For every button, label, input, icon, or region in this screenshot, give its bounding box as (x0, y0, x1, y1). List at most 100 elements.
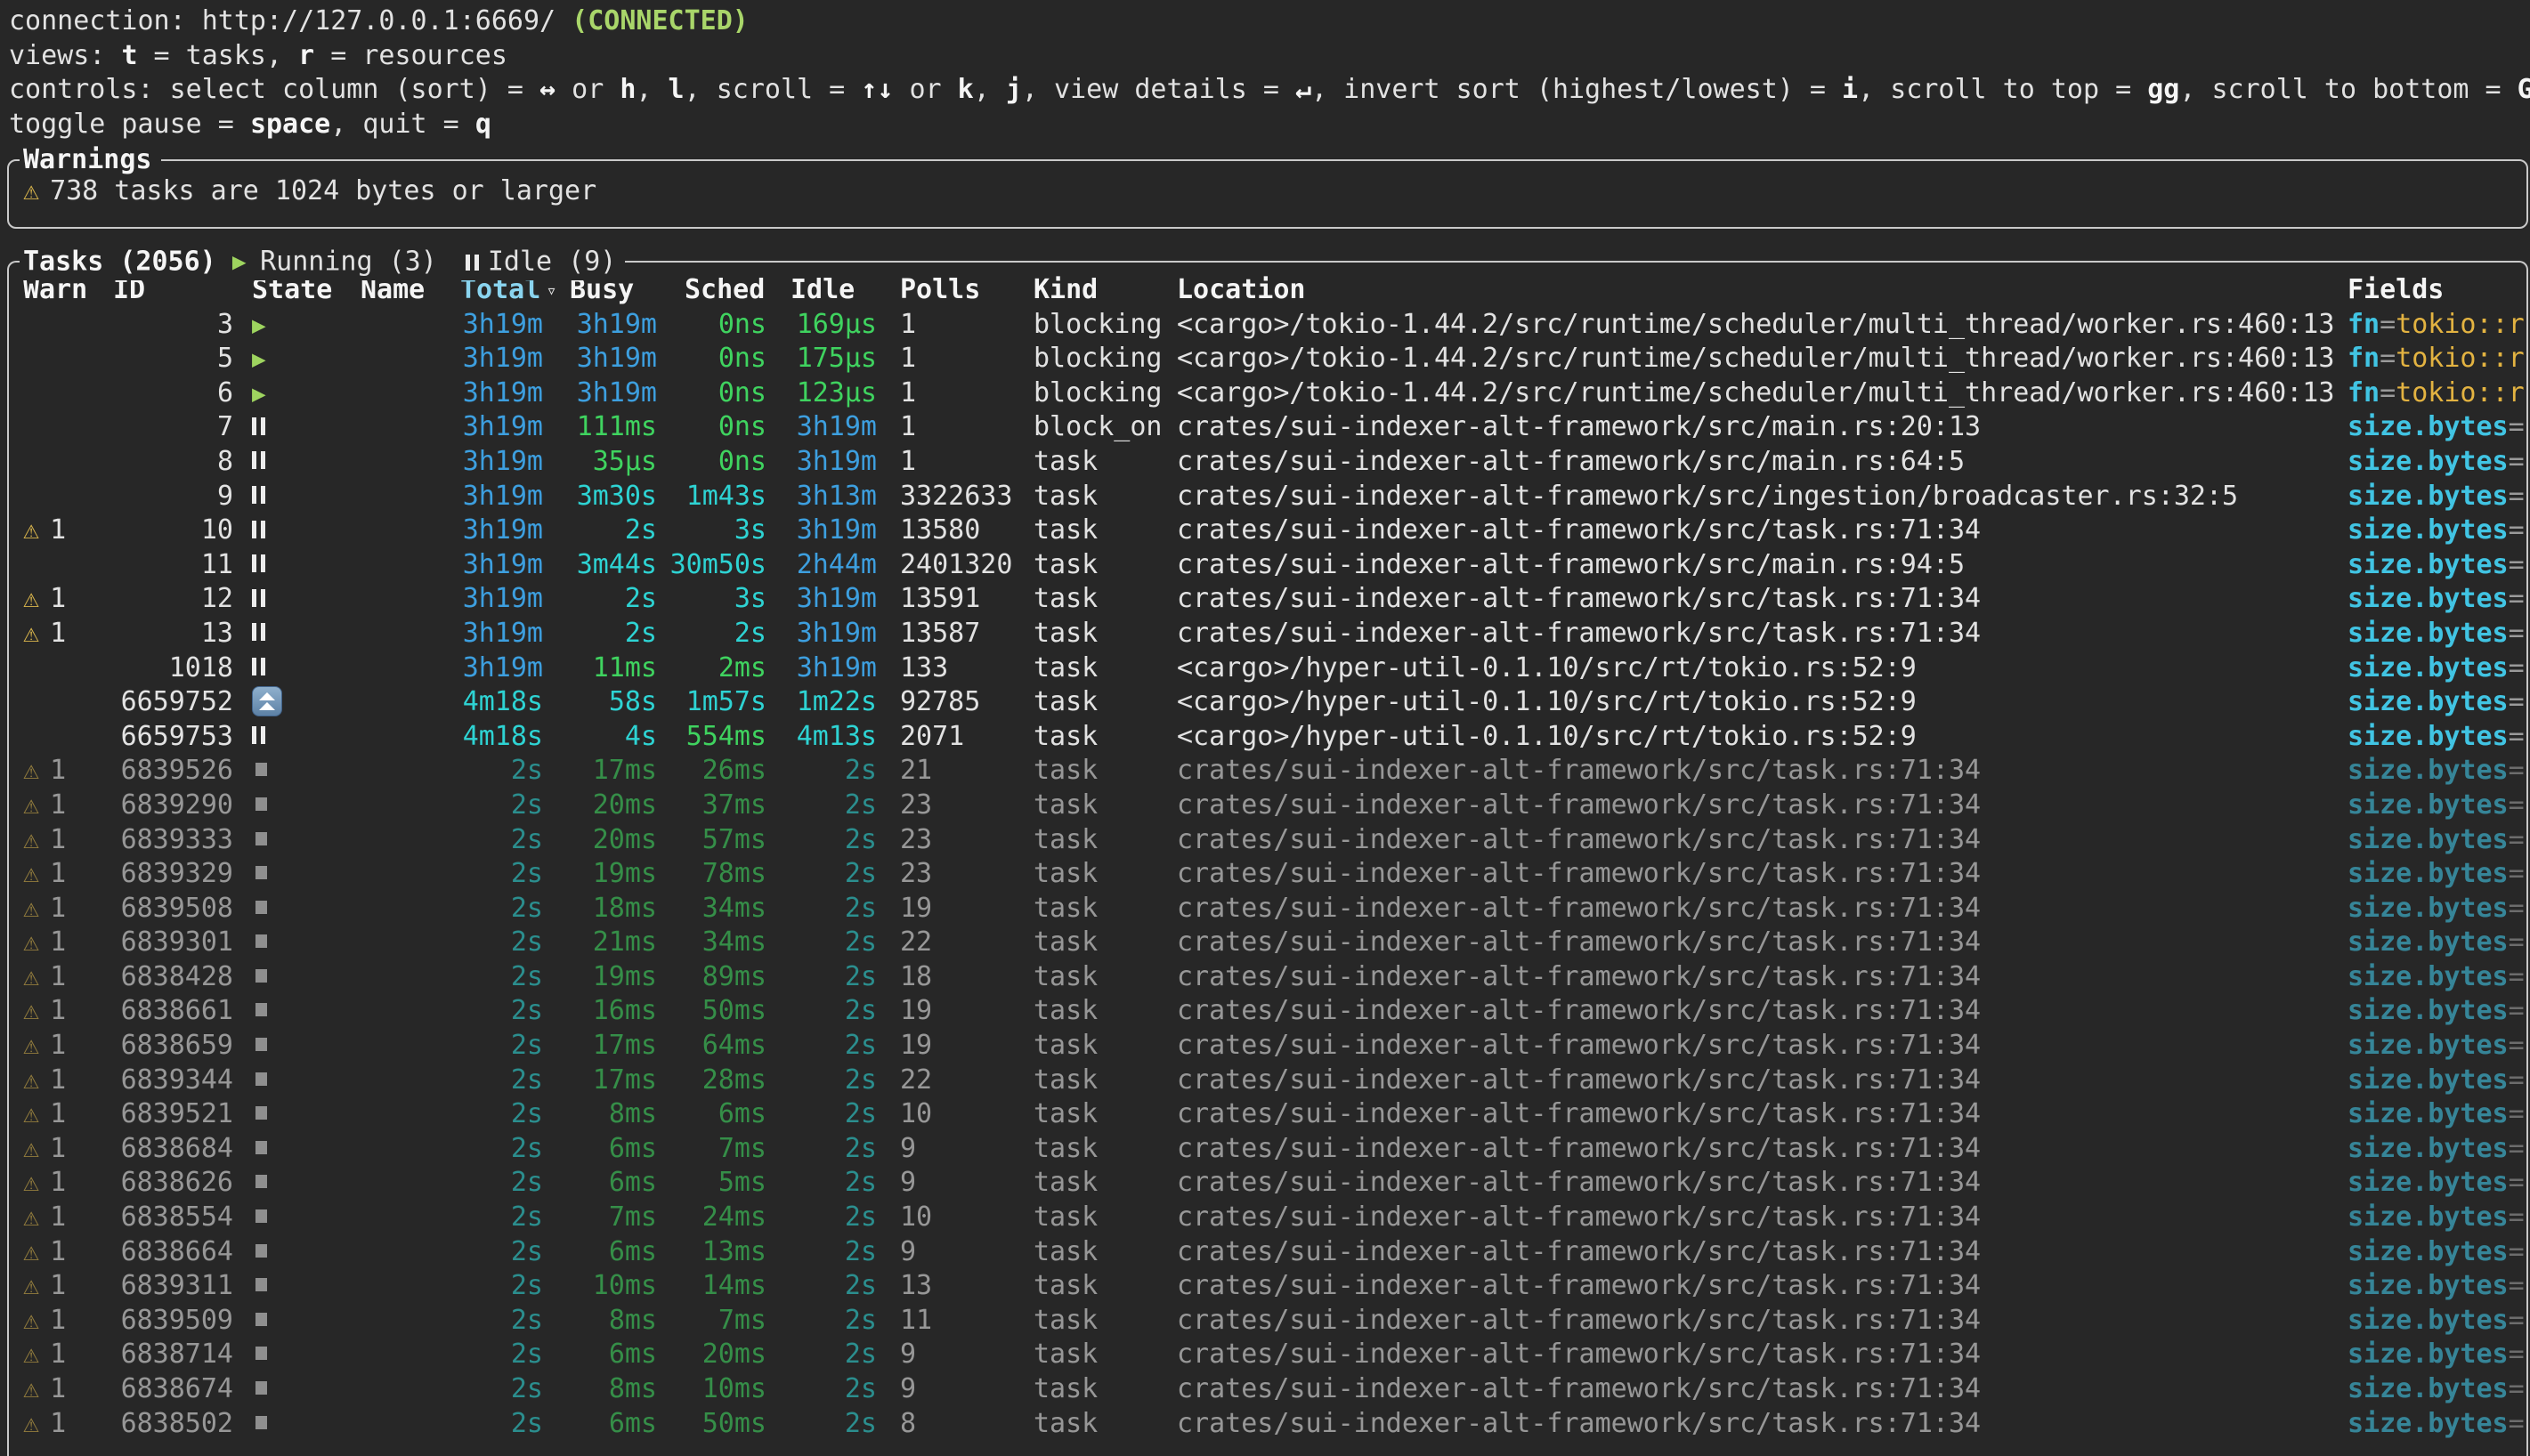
task-row[interactable]: ⚠168393112s10ms14ms2s13taskcrates/sui-in… (9, 1269, 2526, 1304)
cell-idle: 2s (766, 1064, 877, 1098)
cell-warn: ⚠1 (23, 960, 113, 995)
col-header-location[interactable]: Location (1177, 273, 2348, 308)
task-row[interactable]: ⚠168386842s6ms7ms2s9taskcrates/sui-index… (9, 1132, 2526, 1167)
task-row[interactable]: ⚠168386742s8ms10ms2s9taskcrates/sui-inde… (9, 1372, 2526, 1407)
cell-busy: 20ms (560, 823, 657, 858)
cell-idle: 2s (766, 789, 877, 823)
cell-fields: size.bytes= (2348, 1029, 2526, 1064)
cell-polls: 21 (900, 754, 1034, 789)
task-row[interactable]: ⚠168395262s17ms26ms2s21taskcrates/sui-in… (9, 754, 2526, 789)
cell-fields: size.bytes= (2348, 1235, 2526, 1270)
col-header-sched[interactable]: Sched (657, 273, 766, 308)
cell-arrow-spacer (543, 720, 560, 755)
cell-sched: 0ns (657, 410, 766, 445)
task-row[interactable]: ⚠168386612s16ms50ms2s19taskcrates/sui-in… (9, 994, 2526, 1029)
warning-text: 738 tasks are 1024 bytes or larger (50, 175, 596, 206)
cell-busy: 17ms (560, 754, 657, 789)
field-equals: = (2509, 1373, 2525, 1404)
task-row[interactable]: 6▶3h19m3h19m0ns123µs1blocking<cargo>/tok… (9, 376, 2526, 411)
col-header-fields[interactable]: Fields (2348, 273, 2526, 308)
cell-warn (23, 342, 113, 376)
cell-idle: 2s (766, 754, 877, 789)
cell-name (361, 1029, 460, 1064)
task-row[interactable]: ⚠168393292s19ms78ms2s23taskcrates/sui-in… (9, 857, 2526, 892)
cell-idle: 175µs (766, 342, 877, 376)
task-row[interactable]: ⚠168393012s21ms34ms2s22taskcrates/sui-in… (9, 926, 2526, 960)
cell-arrow-spacer (543, 548, 560, 583)
task-row[interactable]: ⚠1103h19m2s3s3h19m13580taskcrates/sui-in… (9, 514, 2526, 548)
cell-fields: size.bytes= (2348, 720, 2526, 755)
cell-idle: 3h19m (766, 651, 877, 686)
cell-id: 6 (113, 376, 233, 411)
help-segment: , (636, 74, 668, 105)
task-row[interactable]: ⚠168395212s8ms6ms2s10taskcrates/sui-inde… (9, 1097, 2526, 1132)
cell-sched: 64ms (657, 1029, 766, 1064)
cell-busy: 16ms (560, 994, 657, 1029)
field-key: size.bytes (2348, 583, 2509, 614)
task-row[interactable]: 66597524m18s58s1m57s1m22s92785task<cargo… (9, 685, 2526, 720)
field-key: fn (2348, 309, 2380, 340)
cell-total: 3h19m (460, 410, 543, 445)
task-row[interactable]: ⚠1123h19m2s3s3h19m13591taskcrates/sui-in… (9, 582, 2526, 617)
field-equals: = (2509, 824, 2525, 855)
tasks-panel: Tasks (2056) ▶ Running (3) Idle (9) Warn… (7, 261, 2528, 1456)
col-header-polls[interactable]: Polls (900, 273, 1034, 308)
cell-kind: task (1034, 617, 1177, 651)
task-row[interactable]: ⚠168385022s6ms50ms2s8taskcrates/sui-inde… (9, 1407, 2526, 1442)
task-row[interactable]: ⚠168395092s8ms7ms2s11taskcrates/sui-inde… (9, 1304, 2526, 1339)
cell-busy: 3m44s (560, 548, 657, 583)
task-row[interactable]: ⚠168387142s6ms20ms2s9taskcrates/sui-inde… (9, 1338, 2526, 1372)
cell-location: <cargo>/tokio-1.44.2/src/runtime/schedul… (1177, 342, 2348, 376)
cell-location: crates/sui-indexer-alt-framework/src/tas… (1177, 1201, 2348, 1235)
field-key: size.bytes (2348, 1236, 2509, 1267)
task-row[interactable]: 83h19m35µs0ns3h19m1taskcrates/sui-indexe… (9, 445, 2526, 480)
cell-arrow-spacer (543, 1269, 560, 1304)
cell-id: 8 (113, 445, 233, 480)
task-row[interactable]: ⚠168393332s20ms57ms2s23taskcrates/sui-in… (9, 823, 2526, 858)
task-row[interactable]: 5▶3h19m3h19m0ns175µs1blocking<cargo>/tok… (9, 342, 2526, 376)
task-row[interactable]: ⚠168395082s18ms34ms2s19taskcrates/sui-in… (9, 892, 2526, 926)
task-row[interactable]: 66597534m18s4s554ms4m13s2071task<cargo>/… (9, 720, 2526, 755)
task-row[interactable]: ⚠168393442s17ms28ms2s22taskcrates/sui-in… (9, 1064, 2526, 1098)
field-equals: = (2509, 926, 2525, 958)
task-row[interactable]: 73h19m111ms0ns3h19m1block_oncrates/sui-i… (9, 410, 2526, 445)
col-header-kind[interactable]: Kind (1034, 273, 1177, 308)
cell-idle: 2s (766, 1372, 877, 1407)
task-row[interactable]: ⚠168386642s6ms13ms2s9taskcrates/sui-inde… (9, 1235, 2526, 1270)
cell-location: crates/sui-indexer-alt-framework/src/tas… (1177, 823, 2348, 858)
cell-kind: task (1034, 789, 1177, 823)
cell-arrow-spacer (543, 1235, 560, 1270)
help-segment: , view details = (1022, 74, 1295, 105)
cell-total: 3h19m (460, 514, 543, 548)
cell-total: 3h19m (460, 342, 543, 376)
task-row[interactable]: 93h19m3m30s1m43s3h13m3322633taskcrates/s… (9, 480, 2526, 514)
cell-arrow-spacer (543, 582, 560, 617)
cell-name (361, 926, 460, 960)
cell-busy: 6ms (560, 1338, 657, 1372)
cell-location: <cargo>/hyper-util-0.1.10/src/rt/tokio.r… (1177, 685, 2348, 720)
help-segment: l (669, 74, 685, 105)
state-completed-icon (255, 1313, 267, 1326)
task-row[interactable]: ⚠168392902s20ms37ms2s23taskcrates/sui-in… (9, 789, 2526, 823)
cell-id: 9 (113, 480, 233, 514)
task-row[interactable]: ⚠168386592s17ms64ms2s19taskcrates/sui-in… (9, 1029, 2526, 1064)
cell-sched: 3s (657, 582, 766, 617)
task-row[interactable]: 10183h19m11ms2ms3h19m133task<cargo>/hype… (9, 651, 2526, 686)
cell-warn: ⚠1 (23, 823, 113, 858)
cell-fields: size.bytes= (2348, 410, 2526, 445)
task-row[interactable]: ⚠168386262s6ms5ms2s9taskcrates/sui-index… (9, 1166, 2526, 1201)
col-header-idle[interactable]: Idle (766, 273, 877, 308)
task-row[interactable]: ⚠1133h19m2s2s3h19m13587taskcrates/sui-in… (9, 617, 2526, 651)
cell-arrow-spacer (543, 789, 560, 823)
cell-polls: 1 (900, 308, 1034, 343)
cell-total: 2s (460, 926, 543, 960)
task-row[interactable]: 113h19m3m44s30m50s2h44m2401320taskcrates… (9, 548, 2526, 583)
field-equals: = (2509, 995, 2525, 1026)
task-row[interactable]: 3▶3h19m3h19m0ns169µs1blocking<cargo>/tok… (9, 308, 2526, 343)
state-completed-icon (255, 1244, 267, 1258)
task-row[interactable]: ⚠168385542s7ms24ms2s10taskcrates/sui-ind… (9, 1201, 2526, 1235)
task-row[interactable]: ⚠168384282s19ms89ms2s18taskcrates/sui-in… (9, 960, 2526, 995)
cell-fields: size.bytes= (2348, 926, 2526, 960)
cell-id: 10 (113, 514, 233, 548)
cell-fields: fn=tokio::r (2348, 308, 2526, 343)
